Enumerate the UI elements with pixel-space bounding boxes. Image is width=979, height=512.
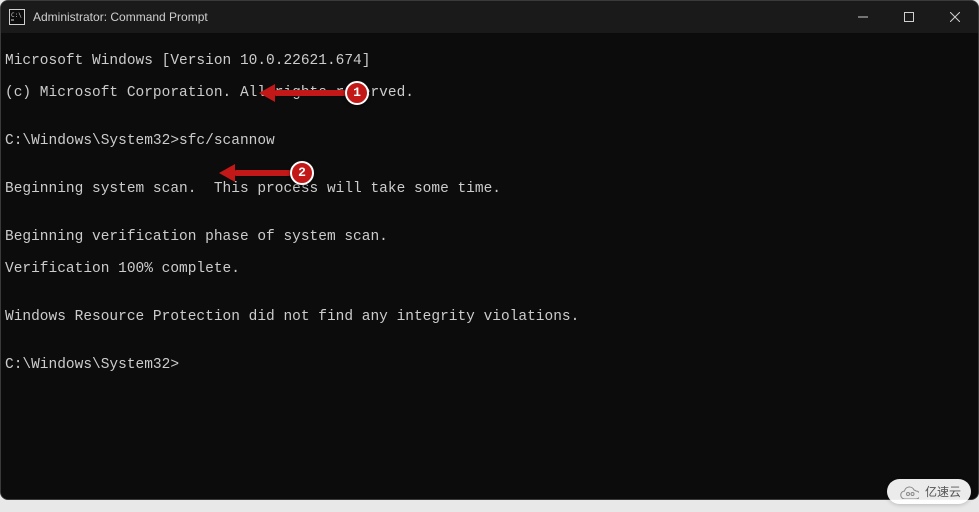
window-title: Administrator: Command Prompt — [33, 10, 208, 24]
prompt-path: C:\Windows\System32> — [5, 357, 179, 373]
annotation-marker-1: 1 — [345, 81, 369, 105]
minimize-button[interactable] — [840, 1, 886, 33]
svg-text:C:\: C:\ — [11, 12, 22, 19]
scan-begin-line: Beginning system scan. This process will… — [5, 181, 974, 197]
result-line: Windows Resource Protection did not find… — [5, 309, 974, 325]
terminal-output[interactable]: Microsoft Windows [Version 10.0.22621.67… — [1, 33, 978, 499]
close-icon — [950, 12, 960, 22]
titlebar[interactable]: C:\ Administrator: Command Prompt — [1, 1, 978, 33]
cloud-icon — [897, 485, 919, 499]
prompt-line-2: C:\Windows\System32> — [5, 357, 974, 373]
watermark-badge: 亿速云 — [887, 479, 971, 504]
minimize-icon — [858, 12, 868, 22]
command-prompt-window: C:\ Administrator: Command Prompt Micros… — [0, 0, 979, 500]
prompt-line-1: C:\Windows\System32>sfc/scannow — [5, 133, 974, 149]
close-button[interactable] — [932, 1, 978, 33]
annotation-arrow-2: 2 — [219, 161, 314, 185]
banner-line: Microsoft Windows [Version 10.0.22621.67… — [5, 53, 974, 69]
maximize-button[interactable] — [886, 1, 932, 33]
verify-begin-line: Beginning verification phase of system s… — [5, 229, 974, 245]
annotation-arrow-1: 1 — [259, 81, 369, 105]
prompt-path: C:\Windows\System32> — [5, 133, 179, 149]
arrow-head-icon — [219, 164, 235, 182]
arrow-head-icon — [259, 84, 275, 102]
watermark-text: 亿速云 — [925, 483, 961, 500]
verify-done-line: Verification 100% complete. — [5, 261, 974, 277]
title-left: C:\ Administrator: Command Prompt — [9, 9, 208, 25]
annotation-marker-2: 2 — [290, 161, 314, 185]
arrow-body — [275, 90, 345, 96]
command-input: sfc/scannow — [179, 133, 275, 149]
window-controls — [840, 1, 978, 33]
maximize-icon — [904, 12, 914, 22]
cmd-icon: C:\ — [9, 9, 25, 25]
copyright-line: (c) Microsoft Corporation. All rights re… — [5, 85, 974, 101]
arrow-body — [235, 170, 290, 176]
